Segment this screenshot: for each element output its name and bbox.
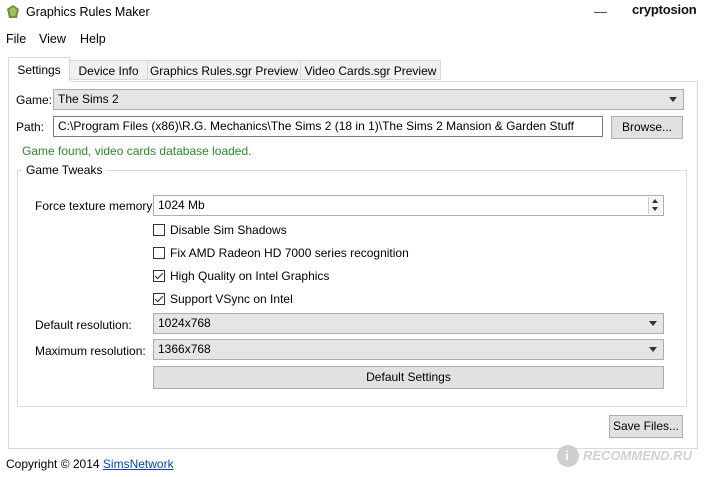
tab-graphics-rules-preview[interactable]: Graphics Rules.sgr Preview xyxy=(147,60,301,80)
arrow-up-icon[interactable] xyxy=(652,199,658,203)
chevron-down-icon xyxy=(649,321,657,326)
browse-button[interactable]: Browse... xyxy=(611,116,683,139)
sims-network-link[interactable]: SimsNetwork xyxy=(103,457,174,471)
disable-sim-shadows-checkbox[interactable] xyxy=(153,224,165,236)
watermark-text: cryptosion xyxy=(632,2,697,17)
chevron-down-icon xyxy=(649,347,657,352)
path-input[interactable]: C:\Program Files (x86)\R.G. Mechanics\Th… xyxy=(53,116,603,137)
spin-buttons[interactable] xyxy=(648,197,662,214)
arrow-down-icon[interactable] xyxy=(652,207,658,211)
default-resolution-select[interactable]: 1024x768 xyxy=(153,313,664,334)
window-title: Graphics Rules Maker xyxy=(26,5,150,19)
copyright-text: Copyright © 2014 xyxy=(6,457,100,471)
save-files-button[interactable]: Save Files... xyxy=(609,415,683,438)
maximum-resolution-label: Maximum resolution: xyxy=(35,344,146,358)
chevron-down-icon xyxy=(669,97,677,102)
texture-memory-label: Force texture memory: xyxy=(35,199,156,213)
footer: Copyright © 2014 SimsNetwork xyxy=(6,457,174,471)
recommend-text: RECOMMEND.RU xyxy=(583,448,693,463)
game-select[interactable]: The Sims 2 xyxy=(53,89,684,110)
maximum-resolution-select[interactable]: 1366x768 xyxy=(153,339,664,360)
fix-amd-radeon-label: Fix AMD Radeon HD 7000 series recognitio… xyxy=(170,246,409,260)
maximum-resolution-value: 1366x768 xyxy=(158,342,211,356)
disable-sim-shadows-label: Disable Sim Shadows xyxy=(170,223,287,237)
status-text: Game found, video cards database loaded. xyxy=(22,144,252,158)
path-label: Path: xyxy=(16,120,45,134)
tab-video-cards-preview[interactable]: Video Cards.sgr Preview xyxy=(300,60,441,80)
high-quality-intel-label: High Quality on Intel Graphics xyxy=(170,269,330,283)
default-resolution-value: 1024x768 xyxy=(158,316,211,330)
support-vsync-intel-checkbox[interactable] xyxy=(153,293,165,305)
menu-file[interactable]: File xyxy=(6,32,26,46)
menu-help[interactable]: Help xyxy=(80,32,106,46)
info-icon: i xyxy=(557,445,579,467)
fix-amd-radeon-checkbox[interactable] xyxy=(153,247,165,259)
app-icon xyxy=(7,5,19,18)
menu-view[interactable]: View xyxy=(39,32,66,46)
recommend-watermark: i RECOMMEND.RU xyxy=(557,443,702,469)
minimize-icon[interactable]: — xyxy=(594,4,608,19)
support-vsync-intel-label: Support VSync on Intel xyxy=(170,292,293,306)
default-resolution-label: Default resolution: xyxy=(35,318,132,332)
high-quality-intel-checkbox[interactable] xyxy=(153,270,165,282)
tab-device-info[interactable]: Device Info xyxy=(69,60,148,80)
game-select-value: The Sims 2 xyxy=(58,92,119,106)
tab-settings[interactable]: Settings xyxy=(8,57,70,82)
texture-memory-stepper[interactable]: 1024 Mb xyxy=(153,195,664,216)
default-settings-button[interactable]: Default Settings xyxy=(153,366,664,389)
game-tweaks-label: Game Tweaks xyxy=(22,163,107,177)
texture-memory-value: 1024 Mb xyxy=(158,198,205,212)
game-label: Game: xyxy=(16,93,53,107)
